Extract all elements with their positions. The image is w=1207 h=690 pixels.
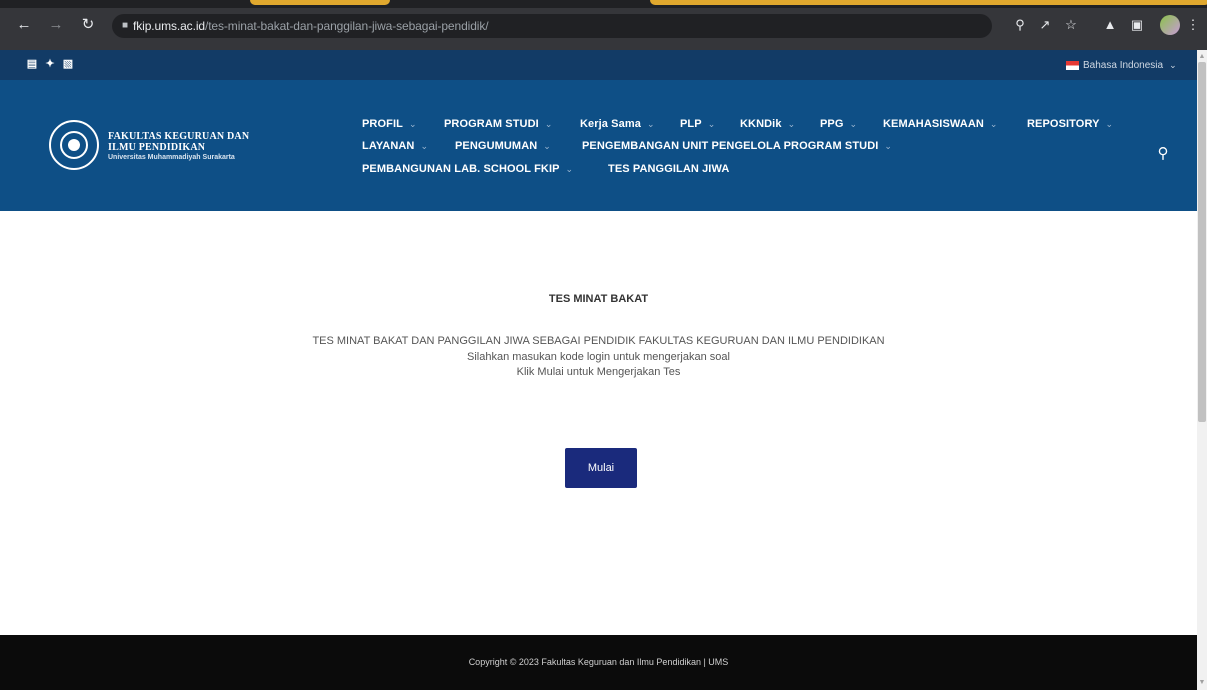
logo-line-1: FAKULTAS KEGURUAN DAN bbox=[108, 131, 250, 142]
nav-label: PLP bbox=[680, 118, 702, 130]
chevron-down-icon: ⌄ bbox=[565, 164, 574, 174]
nav-item-ppg[interactable]: PPG ⌄ bbox=[820, 118, 857, 132]
nav-label: TES PANGGILAN JIWA bbox=[608, 163, 730, 175]
nav-item-plp[interactable]: PLP ⌄ bbox=[680, 118, 715, 132]
extensions-icon[interactable]: ▲ bbox=[1101, 16, 1119, 34]
logo-core bbox=[68, 139, 80, 151]
scrollbar-thumb[interactable] bbox=[1198, 62, 1206, 422]
tab-accent-right bbox=[650, 0, 1207, 5]
reload-icon[interactable]: ↻ bbox=[80, 17, 96, 33]
nav-item-kerja-sama[interactable]: Kerja Sama ⌄ bbox=[580, 118, 655, 132]
menu-icon[interactable]: ⋮ bbox=[1184, 16, 1202, 34]
chevron-down-icon: ⌄ bbox=[849, 119, 858, 129]
nav-item-pengembangan-upps[interactable]: PENGEMBANGAN UNIT PENGELOLA PROGRAM STUD… bbox=[582, 140, 892, 154]
nav-label: PROFIL bbox=[362, 118, 403, 130]
chevron-down-icon: ⌄ bbox=[707, 119, 716, 129]
logo-line-2: ILMU PENDIDIKAN bbox=[108, 142, 206, 153]
star-icon[interactable]: ☆ bbox=[1062, 16, 1080, 34]
nav-label: PPG bbox=[820, 118, 844, 130]
url-path: /tes-minat-bakat-dan-panggilan-jiwa-seba… bbox=[204, 19, 489, 33]
nav-item-layanan[interactable]: LAYANAN ⌄ bbox=[362, 140, 428, 154]
nav-item-kemahasiswaan[interactable]: KEMAHASISWAAN ⌄ bbox=[883, 118, 998, 132]
twitter-icon[interactable]: ✦ bbox=[44, 58, 56, 70]
rss-icon[interactable]: ▤ bbox=[26, 58, 38, 70]
nav-label: PENGUMUMAN bbox=[455, 140, 538, 152]
instagram-icon[interactable]: ▧ bbox=[62, 58, 74, 70]
scroll-up-icon[interactable]: ▲ bbox=[1197, 52, 1207, 62]
scroll-down-icon[interactable]: ▼ bbox=[1197, 678, 1207, 688]
window-icon[interactable]: ▣ bbox=[1128, 16, 1146, 34]
language-switcher[interactable]: Bahasa Indonesia ⌄ bbox=[1066, 58, 1177, 72]
chevron-down-icon: ⌄ bbox=[420, 141, 429, 151]
nav-item-lab-school[interactable]: PEMBANGUNAN LAB. SCHOOL FKIP ⌄ bbox=[362, 163, 573, 177]
chevron-down-icon: ⌄ bbox=[1105, 119, 1114, 129]
nav-label: Kerja Sama bbox=[580, 118, 641, 130]
chevron-down-icon: ⌄ bbox=[787, 119, 796, 129]
nav-item-program-studi[interactable]: PROGRAM STUDI ⌄ bbox=[444, 118, 552, 132]
nav-label: PEMBANGUNAN LAB. SCHOOL FKIP bbox=[362, 163, 560, 175]
lock-icon[interactable]: ■ bbox=[117, 18, 133, 34]
url-text[interactable]: fkip.ums.ac.id/tes-minat-bakat-dan-pangg… bbox=[133, 19, 489, 33]
chevron-down-icon: ⌄ bbox=[884, 141, 893, 151]
start-button[interactable]: Mulai bbox=[565, 448, 637, 488]
instruction-text: Silahkan masukan kode login untuk menger… bbox=[467, 351, 730, 363]
profile-avatar[interactable] bbox=[1160, 15, 1180, 35]
copyright-text: Copyright © 2023 Fakultas Keguruan dan I… bbox=[468, 657, 729, 667]
nav-item-tes-panggilan-jiwa[interactable]: TES PANGGILAN JIWA bbox=[608, 163, 729, 177]
logo-line-3: Universitas Muhammadiyah Surakarta bbox=[108, 154, 235, 161]
nav-label: PROGRAM STUDI bbox=[444, 118, 539, 130]
chevron-down-icon: ⌄ bbox=[543, 141, 551, 151]
chevron-down-icon: ⌄ bbox=[1169, 59, 1177, 70]
forward-icon[interactable]: → bbox=[48, 17, 64, 33]
chevron-down-icon: ⌄ bbox=[408, 119, 417, 129]
chevron-down-icon: ⌄ bbox=[646, 119, 655, 129]
start-instruction-text: Klik Mulai untuk Mengerjakan Tes bbox=[516, 366, 681, 378]
nav-label: REPOSITORY bbox=[1027, 118, 1100, 130]
page-title: TES MINAT BAKAT bbox=[548, 293, 649, 305]
tab-accent-left bbox=[250, 0, 390, 5]
nav-item-kkndik[interactable]: KKNDik ⌄ bbox=[740, 118, 795, 132]
nav-item-repository[interactable]: REPOSITORY ⌄ bbox=[1027, 118, 1113, 132]
url-host: fkip.ums.ac.id bbox=[133, 19, 205, 33]
language-label: Bahasa Indonesia bbox=[1083, 59, 1164, 71]
site-logo-text[interactable]: FAKULTAS KEGURUAN DAN ILMU PENDIDIKAN Un… bbox=[108, 131, 249, 163]
search-icon[interactable]: ⚲ bbox=[1155, 146, 1171, 162]
nav-item-pengumuman[interactable]: PENGUMUMAN ⌄ bbox=[455, 140, 551, 154]
nav-label: KEMAHASISWAAN bbox=[883, 118, 984, 130]
nav-label: KKNDik bbox=[740, 118, 782, 130]
university-logo-icon[interactable] bbox=[49, 120, 99, 170]
indonesia-flag-icon bbox=[1066, 60, 1079, 70]
share-icon[interactable]: ↗ bbox=[1036, 16, 1054, 34]
nav-label: LAYANAN bbox=[362, 140, 415, 152]
chevron-down-icon: ⌄ bbox=[989, 119, 998, 129]
nav-label: PENGEMBANGAN UNIT PENGELOLA PROGRAM STUD… bbox=[582, 140, 879, 152]
zoom-icon[interactable]: ⚲ bbox=[1011, 16, 1029, 34]
back-icon[interactable]: ← bbox=[16, 17, 32, 33]
intro-text: TES MINAT BAKAT DAN PANGGILAN JIWA SEBAG… bbox=[312, 335, 885, 347]
nav-item-profil[interactable]: PROFIL ⌄ bbox=[362, 118, 417, 132]
top-bar bbox=[0, 50, 1207, 80]
chevron-down-icon: ⌄ bbox=[544, 119, 553, 129]
